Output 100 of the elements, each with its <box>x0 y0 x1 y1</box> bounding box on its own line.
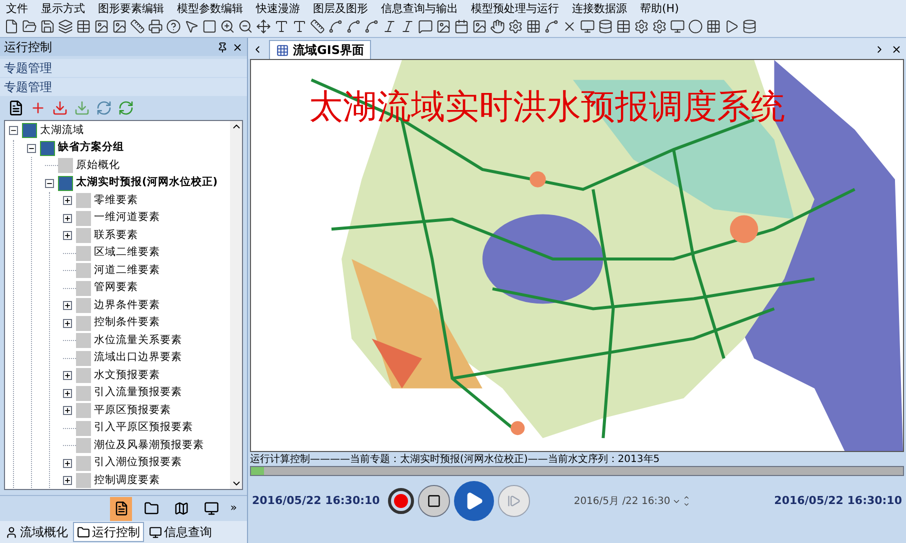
record-button[interactable] <box>388 488 414 514</box>
panel-tab[interactable]: 流域概化 <box>2 522 71 542</box>
cross-icon[interactable] <box>562 19 577 34</box>
tree-item[interactable]: 原始概化 <box>76 158 120 174</box>
tree-item[interactable]: 流域出口边界要素 <box>94 350 182 366</box>
spin-down-icon[interactable] <box>683 501 690 508</box>
download-icon[interactable] <box>52 100 68 116</box>
tree-item[interactable]: 引入流量预报要素 <box>94 385 182 402</box>
menu-item[interactable]: 快速漫游 <box>256 2 300 14</box>
menu-item[interactable]: 文件 <box>6 2 28 14</box>
photo-icon[interactable] <box>472 19 487 34</box>
menu-item[interactable]: 图层及图形 <box>313 2 368 14</box>
play-icon[interactable] <box>724 19 739 34</box>
play-button[interactable] <box>454 481 494 521</box>
tree-item[interactable]: 太湖实时预报(河网水位校正) <box>76 175 218 192</box>
menu-item[interactable]: 信息查询与输出 <box>381 2 458 14</box>
tree-item[interactable]: 太湖流域 <box>40 122 84 139</box>
hand-icon[interactable] <box>490 19 505 34</box>
sync-icon[interactable] <box>118 100 134 116</box>
expand-toggle[interactable] <box>63 388 72 398</box>
help-icon[interactable] <box>166 19 181 34</box>
tree-item[interactable]: 零维要素 <box>94 192 138 209</box>
expand-toggle[interactable] <box>63 406 72 416</box>
cog-icon[interactable] <box>652 19 667 34</box>
spin-up-icon[interactable] <box>683 494 690 501</box>
table-grid-icon[interactable] <box>706 19 721 34</box>
tree-item[interactable]: 边界条件要素 <box>94 298 160 314</box>
tree-item[interactable]: 引入潮位预报要素 <box>94 455 182 472</box>
table-icon[interactable] <box>76 19 91 34</box>
collapse-toggle[interactable] <box>45 178 54 188</box>
monitor-icon[interactable] <box>580 19 595 34</box>
tree-item[interactable]: 河道二维要素 <box>94 262 160 279</box>
panel-tab[interactable]: 运行控制 <box>73 522 144 542</box>
measure-icon[interactable] <box>310 19 325 34</box>
grid-icon[interactable] <box>526 19 541 34</box>
expand-toggle[interactable] <box>63 318 72 328</box>
expand-toggle[interactable] <box>63 196 72 206</box>
menu-item[interactable]: 图形要素编辑 <box>98 2 164 14</box>
ruler-icon[interactable] <box>130 19 145 34</box>
slant-icon[interactable] <box>400 19 415 34</box>
document-tab[interactable]: 流域GIS界面 <box>269 40 371 59</box>
time-field[interactable]: 2016/5月 /22 16:30 <box>574 494 690 508</box>
tree-item[interactable]: 水位流量关系要素 <box>94 332 182 349</box>
message-icon[interactable] <box>418 19 433 34</box>
curve-icon[interactable] <box>364 19 379 34</box>
edit-document-icon[interactable] <box>8 100 24 116</box>
tree-item[interactable]: 区域二维要素 <box>94 245 160 262</box>
save-icon[interactable] <box>40 19 55 34</box>
menu-item[interactable]: 模型预处理与运行 <box>471 2 559 14</box>
tree-item[interactable]: 平原区预报要素 <box>94 402 171 419</box>
tree-item[interactable]: 控制条件要素 <box>94 315 160 332</box>
stop-button[interactable] <box>418 485 450 517</box>
tree-item[interactable]: 一维河道要素 <box>94 210 160 226</box>
close-icon[interactable] <box>891 44 902 55</box>
label-icon[interactable] <box>292 19 307 34</box>
collapse-toggle[interactable] <box>9 126 18 136</box>
tree-item[interactable]: 水文预报要素 <box>94 368 160 384</box>
tree-item[interactable]: 联系要素 <box>94 228 138 244</box>
new-file-icon[interactable] <box>4 19 19 34</box>
calendar-icon[interactable] <box>454 19 469 34</box>
expand-toggle[interactable] <box>63 301 72 310</box>
layers-icon[interactable] <box>58 19 73 34</box>
expand-toggle[interactable] <box>63 371 72 380</box>
menu-item[interactable]: 帮助(H) <box>640 2 679 14</box>
open-folder-icon[interactable] <box>22 19 37 34</box>
tree-item[interactable]: 缺省方案分组 <box>58 140 124 156</box>
select-box-icon[interactable] <box>202 19 217 34</box>
pan-icon[interactable] <box>256 19 271 34</box>
expand-toggle[interactable] <box>63 214 72 223</box>
gear-icon[interactable] <box>508 19 523 34</box>
image-icon[interactable] <box>94 19 109 34</box>
database-icon[interactable] <box>598 19 613 34</box>
more-button[interactable]: » <box>230 500 237 517</box>
refresh-icon[interactable] <box>96 100 112 116</box>
expand-toggle[interactable] <box>63 231 72 240</box>
view-button[interactable] <box>110 496 132 520</box>
print-icon[interactable] <box>148 19 163 34</box>
expand-toggle[interactable] <box>63 476 72 486</box>
close-icon[interactable] <box>232 42 243 52</box>
scrollbar[interactable] <box>230 121 242 489</box>
menu-item[interactable]: 显示方式 <box>41 2 85 14</box>
screen-icon[interactable] <box>670 19 685 34</box>
tree-item[interactable]: 引入平原区预报要素 <box>94 420 193 436</box>
pin-icon[interactable] <box>217 42 228 52</box>
panel-tab[interactable]: 信息查询 <box>146 522 215 542</box>
menu-item[interactable]: 连接数据源 <box>572 2 627 14</box>
pointer-icon[interactable] <box>184 19 199 34</box>
zoom-out-icon[interactable] <box>238 19 253 34</box>
zoom-in-icon[interactable] <box>220 19 235 34</box>
tree-item[interactable]: 控制调度要素 <box>94 472 160 489</box>
settings-icon[interactable] <box>634 19 649 34</box>
picture-icon[interactable] <box>112 19 127 34</box>
tree-item[interactable]: 管网要素 <box>94 280 138 296</box>
menu-item[interactable]: 模型参数编辑 <box>177 2 243 14</box>
add-icon[interactable] <box>30 100 46 116</box>
collapse-toggle[interactable] <box>27 144 36 153</box>
expand-toggle[interactable] <box>63 458 72 468</box>
italic-icon[interactable] <box>382 19 397 34</box>
section-header[interactable]: 专题管理 <box>0 59 247 77</box>
tree-item[interactable]: 潮位及风暴潮预报要素 <box>94 438 204 454</box>
